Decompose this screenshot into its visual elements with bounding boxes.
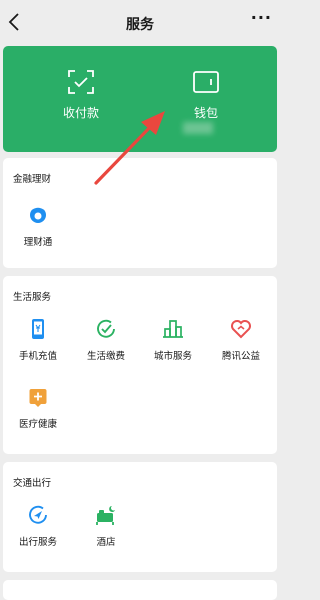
healthcare-button[interactable]: 医疗健康 — [5, 386, 71, 430]
hotel-label: 酒店 — [96, 537, 116, 548]
licaitong-label: 理财通 — [23, 237, 53, 248]
hotel-button[interactable]: 酒店 — [73, 504, 139, 548]
utility-payment-label: 生活缴费 — [86, 351, 125, 362]
city-services-button[interactable]: 城市服务 — [140, 318, 206, 362]
tencent-charity-label: 腾讯公益 — [221, 351, 260, 362]
utility-check-icon — [97, 319, 115, 338]
charity-heart-icon — [231, 320, 251, 339]
licaitong-icon — [30, 206, 46, 223]
next-section-partial — [3, 580, 277, 600]
wallet-icon — [193, 71, 219, 93]
receive-pay-label: 收付款 — [62, 106, 99, 120]
page-title: 服务 — [126, 17, 154, 33]
more-options-icon[interactable]: ··· — [251, 8, 272, 27]
hotel-bed-icon — [96, 506, 115, 525]
nav-bar: 服务 ··· — [0, 0, 280, 46]
scan-check-icon — [68, 70, 94, 94]
compass-navigation-icon — [29, 505, 47, 524]
tencent-charity-button[interactable]: 腾讯公益 — [208, 318, 274, 362]
mobile-topup-button[interactable]: 手机充值 — [5, 318, 71, 362]
hero-panel: 收付款 钱包 — [3, 46, 277, 152]
section-title: 交通出行 — [13, 478, 52, 489]
city-services-label: 城市服务 — [153, 351, 192, 362]
phone-topup-icon — [32, 319, 44, 339]
section-title: 生活服务 — [13, 292, 52, 303]
mobile-topup-label: 手机充值 — [18, 351, 57, 362]
wallet-label: 钱包 — [193, 106, 218, 120]
healthcare-label: 医疗健康 — [18, 419, 57, 430]
travel-services-label: 出行服务 — [18, 537, 57, 548]
city-buildings-icon — [163, 320, 183, 338]
section-title: 金融理财 — [13, 174, 52, 185]
life-services-section: 生活服务 手机充值 生活缴费 城市服务 腾讯公益 医疗健康 — [3, 276, 277, 454]
medical-cross-icon — [29, 389, 47, 407]
licaitong-button[interactable]: 理财通 — [5, 204, 71, 248]
utility-payment-button[interactable]: 生活缴费 — [73, 318, 139, 362]
travel-section: 交通出行 出行服务 酒店 — [3, 462, 277, 572]
travel-services-button[interactable]: 出行服务 — [5, 504, 71, 548]
wallet-button[interactable]: 钱包 — [156, 70, 256, 121]
finance-section: 金融理财 理财通 — [3, 158, 277, 268]
receive-pay-button[interactable]: 收付款 — [31, 70, 131, 121]
blurred-balance — [183, 122, 213, 134]
